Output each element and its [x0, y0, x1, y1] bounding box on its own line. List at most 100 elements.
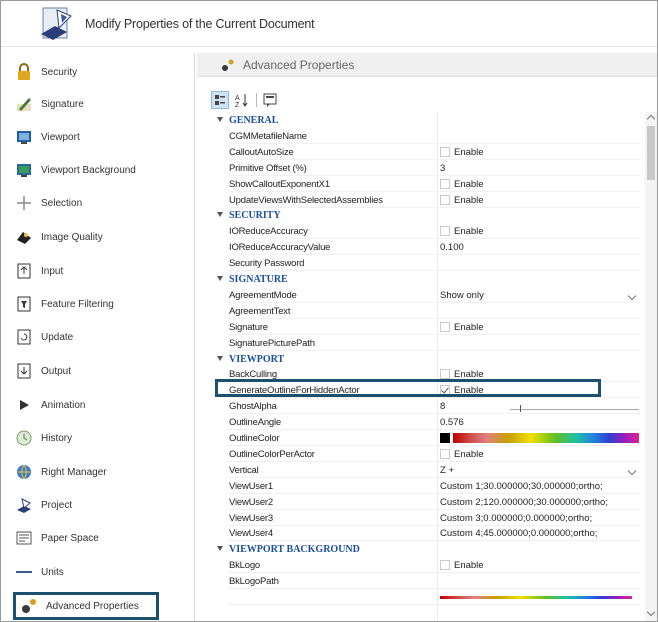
property-row[interactable]: OutlineColor: [197, 430, 645, 446]
property-row[interactable]: [197, 589, 645, 605]
property-value[interactable]: Enable: [440, 147, 639, 158]
sidebar-item-project[interactable]: Project: [11, 492, 187, 518]
property-value[interactable]: Enable: [440, 195, 639, 206]
property-row[interactable]: Vertical Z +: [197, 462, 645, 478]
collapse-triangle-icon[interactable]: [217, 546, 223, 551]
category-row[interactable]: SECURITY: [197, 207, 645, 223]
color-swatch[interactable]: [440, 433, 450, 443]
color-spectrum-bar[interactable]: [440, 595, 632, 599]
property-value[interactable]: Enable: [440, 449, 639, 460]
property-row[interactable]: OutlineAngle 0.576: [197, 414, 645, 430]
property-row[interactable]: BkLogoPath: [197, 573, 645, 589]
sidebar-item-viewport-background[interactable]: Viewport Background: [11, 157, 187, 183]
collapse-triangle-icon[interactable]: [217, 356, 223, 361]
property-value[interactable]: Enable: [440, 226, 639, 237]
crosshair-icon: [15, 194, 33, 212]
sidebar-item-signature[interactable]: Signature: [11, 91, 187, 117]
alphabetical-view-button[interactable]: A Z: [233, 91, 251, 109]
scroll-down-icon[interactable]: [646, 607, 656, 617]
property-text-value: Custom 2;120.000000;30.000000;ortho;: [440, 496, 608, 508]
category-row[interactable]: GENERAL: [197, 112, 645, 128]
chevron-down-icon[interactable]: [627, 466, 637, 475]
sidebar-item-output[interactable]: Output: [11, 358, 187, 384]
sidebar-item-selection[interactable]: Selection: [11, 190, 187, 216]
property-value[interactable]: Enable: [440, 322, 639, 333]
enable-checkbox[interactable]: [440, 560, 450, 570]
sidebar-item-viewport[interactable]: Viewport: [11, 124, 187, 150]
enable-checkbox[interactable]: [440, 147, 450, 157]
signature-pen-icon: [15, 95, 33, 113]
category-row[interactable]: VIEWPORT: [197, 351, 645, 367]
ghost-alpha-slider[interactable]: [510, 404, 639, 412]
property-row[interactable]: ViewUser2 Custom 2;120.000000;30.000000;o…: [197, 494, 645, 510]
sidebar-item-input[interactable]: Input: [11, 258, 187, 284]
property-value[interactable]: Show only: [440, 290, 639, 301]
scroll-up-icon[interactable]: [646, 114, 656, 124]
categorized-view-button[interactable]: [211, 91, 229, 109]
enable-checkbox[interactable]: [440, 449, 450, 459]
property-value[interactable]: Enable: [440, 560, 639, 571]
enable-checkbox[interactable]: [440, 322, 450, 332]
enable-checkbox[interactable]: [440, 369, 450, 379]
property-row[interactable]: OutlineColorPerActor Enable: [197, 446, 645, 462]
property-value[interactable]: 0.100: [440, 242, 639, 253]
property-row[interactable]: CGMMetafileName: [197, 128, 645, 144]
property-row[interactable]: SignaturePicturePath: [197, 335, 645, 351]
property-value[interactable]: Custom 2;120.000000;30.000000;ortho;: [440, 497, 639, 508]
sidebar-item-feature-filtering[interactable]: Feature Filtering: [11, 291, 187, 317]
collapse-triangle-icon[interactable]: [217, 117, 223, 122]
sidebar-item-label: Output: [41, 365, 72, 377]
slider-thumb[interactable]: [520, 404, 521, 412]
enable-checkbox[interactable]: [440, 226, 450, 236]
property-value[interactable]: 3: [440, 163, 639, 174]
category-row[interactable]: VIEWPORT BACKGROUND: [197, 541, 645, 557]
property-row[interactable]: AgreementMode Show only: [197, 287, 645, 303]
collapse-triangle-icon[interactable]: [217, 276, 223, 281]
sidebar-item-label: Right Manager: [41, 466, 107, 478]
property-value[interactable]: [440, 595, 639, 599]
property-name: Signature: [229, 321, 268, 333]
property-row[interactable]: IOReduceAccuracyValue 0.100: [197, 239, 645, 255]
collapse-triangle-icon[interactable]: [217, 212, 223, 217]
property-row[interactable]: Security Password: [197, 255, 645, 271]
sidebar-item-paper-space[interactable]: Paper Space: [11, 525, 187, 551]
property-row[interactable]: GhostAlpha 8: [197, 398, 645, 414]
property-row[interactable]: Primitive Offset (%) 3: [197, 160, 645, 176]
sidebar-item-image-quality[interactable]: Image Quality: [11, 224, 187, 250]
property-row[interactable]: CalloutAutoSize Enable: [197, 144, 645, 160]
sidebar-item-right-manager[interactable]: Right Manager: [11, 459, 187, 485]
enable-checkbox[interactable]: [440, 179, 450, 189]
property-value[interactable]: Custom 3;0.000000;0.000000;ortho;: [440, 513, 639, 524]
document-properties-icon: [37, 4, 77, 44]
property-value[interactable]: [440, 433, 639, 443]
property-value[interactable]: 8: [440, 401, 639, 412]
property-value[interactable]: Enable: [440, 179, 639, 190]
color-spectrum-bar[interactable]: [453, 433, 639, 443]
property-row[interactable]: ViewUser1 Custom 1;30.000000;30.000000;or…: [197, 478, 645, 494]
sidebar-item-animation[interactable]: Animation: [11, 392, 187, 418]
enable-checkbox[interactable]: [440, 195, 450, 205]
sidebar-item-advanced-properties[interactable]: Advanced Properties: [13, 592, 159, 620]
sidebar-item-units[interactable]: Units: [11, 559, 187, 585]
property-row[interactable]: IOReduceAccuracy Enable: [197, 223, 645, 239]
property-row[interactable]: AgreementText: [197, 303, 645, 319]
property-row[interactable]: ShowCalloutExponentX1 Enable: [197, 176, 645, 192]
property-value[interactable]: Enable: [440, 369, 639, 380]
property-row[interactable]: Signature Enable: [197, 319, 645, 335]
property-row[interactable]: BkLogo Enable: [197, 557, 645, 573]
chevron-down-icon[interactable]: [627, 291, 637, 300]
vertical-scrollbar[interactable]: [645, 112, 657, 621]
sidebar-item-history[interactable]: History: [11, 425, 187, 451]
property-value[interactable]: Custom 4;45.000000;0.000000;ortho;: [440, 528, 639, 539]
scroll-thumb[interactable]: [647, 126, 655, 180]
property-value[interactable]: Custom 1;30.000000;30.000000;ortho;: [440, 481, 639, 492]
property-row[interactable]: ViewUser4 Custom 4;45.000000;0.000000;ort…: [197, 525, 645, 541]
property-row[interactable]: UpdateViewsWithSelectedAssemblies Enable: [197, 192, 645, 208]
sidebar-item-update[interactable]: Update: [11, 324, 187, 350]
sidebar-item-security[interactable]: Security: [11, 59, 187, 85]
property-value[interactable]: 0.576: [440, 417, 639, 428]
property-value[interactable]: Z +: [440, 465, 639, 476]
property-row[interactable]: ViewUser3 Custom 3;0.000000;0.000000;orth…: [197, 510, 645, 526]
property-pages-button[interactable]: [261, 91, 279, 109]
category-row[interactable]: SIGNATURE: [197, 271, 645, 287]
